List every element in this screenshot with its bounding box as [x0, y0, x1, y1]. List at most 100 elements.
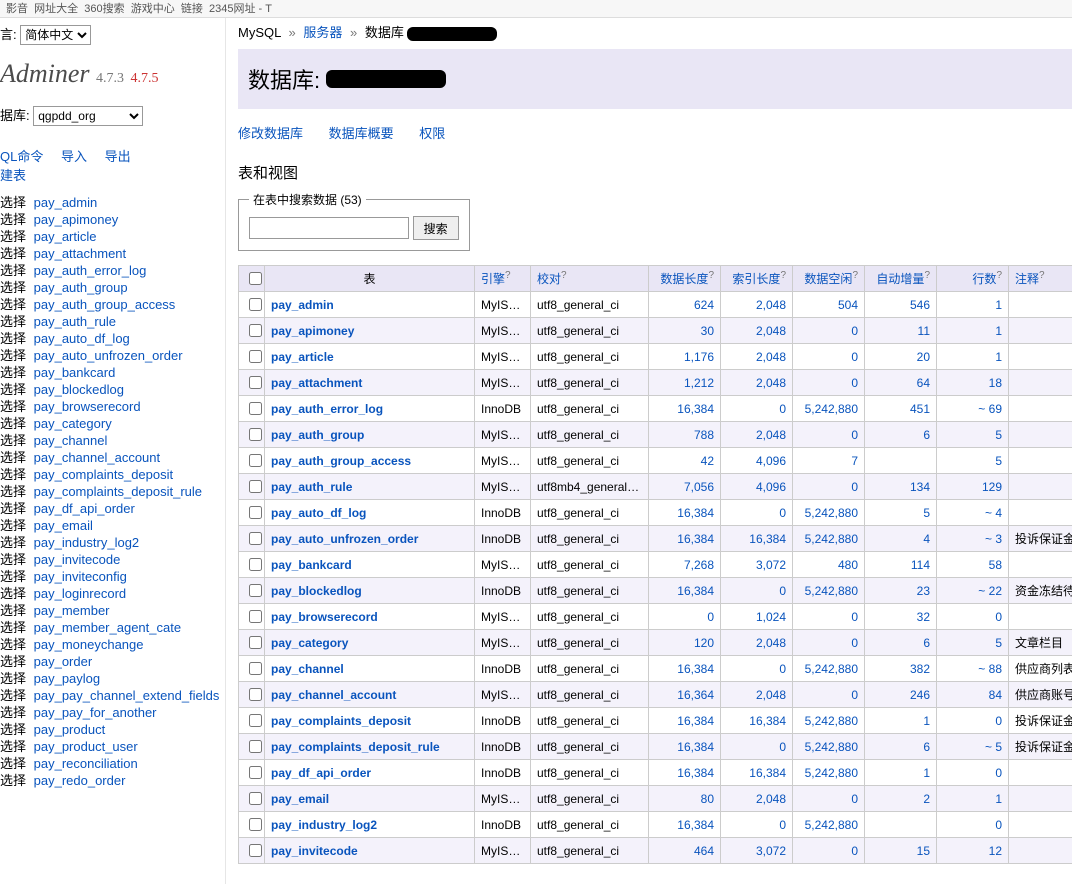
- rows-link[interactable]: 12: [989, 844, 1002, 858]
- row-checkbox[interactable]: [249, 402, 262, 415]
- table-name-link[interactable]: pay_channel_account: [271, 688, 396, 702]
- sidebar-table-link[interactable]: pay_channel: [34, 433, 108, 448]
- auto-increment-link[interactable]: 11: [918, 324, 930, 338]
- sidebar-table-link[interactable]: pay_df_api_order: [34, 501, 135, 516]
- index-length-link[interactable]: 0: [779, 818, 786, 832]
- sidebar-table-link[interactable]: pay_auth_group_access: [34, 297, 176, 312]
- auto-increment-link[interactable]: 451: [910, 402, 930, 416]
- data-length-link[interactable]: 16,384: [677, 740, 714, 754]
- rows-link[interactable]: 129: [982, 480, 1002, 494]
- table-name-link[interactable]: pay_auth_rule: [271, 480, 352, 494]
- table-name-link[interactable]: pay_complaints_deposit: [271, 714, 411, 728]
- col-rows[interactable]: 行数: [972, 272, 996, 286]
- col-comment[interactable]: 注释: [1015, 272, 1039, 286]
- rows-link[interactable]: 1: [995, 324, 1002, 338]
- data-length-link[interactable]: 624: [694, 298, 714, 312]
- table-name-link[interactable]: pay_apimoney: [271, 324, 354, 338]
- sidebar-table-link[interactable]: pay_bankcard: [34, 365, 116, 380]
- data-free-link[interactable]: 0: [851, 844, 858, 858]
- table-name-link[interactable]: pay_email: [271, 792, 329, 806]
- data-length-link[interactable]: 16,384: [677, 766, 714, 780]
- auto-increment-link[interactable]: 6: [923, 636, 930, 650]
- create-table-link[interactable]: 建表: [0, 168, 26, 183]
- sidebar-table-link[interactable]: pay_product_user: [34, 739, 138, 754]
- row-checkbox[interactable]: [249, 350, 262, 363]
- data-free-link[interactable]: 7: [851, 454, 858, 468]
- data-length-link[interactable]: 16,384: [677, 714, 714, 728]
- data-length-link[interactable]: 80: [701, 792, 714, 806]
- data-length-link[interactable]: 42: [701, 454, 714, 468]
- index-length-link[interactable]: 0: [779, 506, 786, 520]
- data-length-link[interactable]: 788: [694, 428, 714, 442]
- sidebar-table-link[interactable]: pay_inviteconfig: [34, 569, 127, 584]
- index-length-link[interactable]: 2,048: [756, 376, 786, 390]
- table-name-link[interactable]: pay_auto_df_log: [271, 506, 366, 520]
- row-checkbox[interactable]: [249, 662, 262, 675]
- auto-increment-link[interactable]: 6: [923, 428, 930, 442]
- breadcrumb-server[interactable]: 服务器: [303, 25, 342, 40]
- sidebar-table-link[interactable]: pay_auto_unfrozen_order: [34, 348, 183, 363]
- row-checkbox[interactable]: [249, 558, 262, 571]
- table-name-link[interactable]: pay_auth_group: [271, 428, 364, 442]
- data-length-link[interactable]: 16,364: [677, 688, 714, 702]
- rows-link[interactable]: 1: [995, 792, 1002, 806]
- col-index-length[interactable]: 索引长度: [732, 272, 780, 286]
- row-checkbox[interactable]: [249, 480, 262, 493]
- index-length-link[interactable]: 0: [779, 740, 786, 754]
- table-name-link[interactable]: pay_auth_group_access: [271, 454, 411, 468]
- import-link[interactable]: 导入: [61, 149, 87, 164]
- sidebar-table-link[interactable]: pay_attachment: [34, 246, 127, 261]
- data-length-link[interactable]: 7,268: [684, 558, 714, 572]
- auto-increment-link[interactable]: 382: [910, 662, 930, 676]
- data-free-link[interactable]: 0: [851, 428, 858, 442]
- table-name-link[interactable]: pay_attachment: [271, 376, 362, 390]
- rows-link[interactable]: 0: [995, 714, 1002, 728]
- database-select[interactable]: qgpdd_org: [33, 106, 143, 126]
- col-auto-increment[interactable]: 自动增量: [876, 272, 924, 286]
- search-button[interactable]: 搜索: [413, 216, 459, 240]
- table-name-link[interactable]: pay_browserecord: [271, 610, 378, 624]
- col-collation[interactable]: 校对: [537, 272, 561, 286]
- row-checkbox[interactable]: [249, 792, 262, 805]
- index-length-link[interactable]: 2,048: [756, 350, 786, 364]
- rows-link[interactable]: ~ 3: [985, 532, 1002, 546]
- sidebar-table-link[interactable]: pay_paylog: [34, 671, 101, 686]
- rows-link[interactable]: 0: [995, 766, 1002, 780]
- table-name-link[interactable]: pay_invitecode: [271, 844, 358, 858]
- table-name-link[interactable]: pay_df_api_order: [271, 766, 371, 780]
- rows-link[interactable]: 5: [995, 428, 1002, 442]
- index-length-link[interactable]: 2,048: [756, 688, 786, 702]
- data-free-link[interactable]: 0: [851, 688, 858, 702]
- row-checkbox[interactable]: [249, 740, 262, 753]
- row-checkbox[interactable]: [249, 428, 262, 441]
- row-checkbox[interactable]: [249, 818, 262, 831]
- sidebar-table-link[interactable]: pay_apimoney: [34, 212, 119, 227]
- index-length-link[interactable]: 0: [779, 402, 786, 416]
- rows-link[interactable]: 0: [995, 610, 1002, 624]
- data-free-link[interactable]: 5,242,880: [805, 818, 858, 832]
- export-link[interactable]: 导出: [105, 149, 131, 164]
- data-length-link[interactable]: 16,384: [677, 818, 714, 832]
- sidebar-table-link[interactable]: pay_member_agent_cate: [34, 620, 181, 635]
- sidebar-table-link[interactable]: pay_channel_account: [34, 450, 161, 465]
- search-input[interactable]: [249, 217, 409, 239]
- data-length-link[interactable]: 16,384: [677, 402, 714, 416]
- sidebar-table-link[interactable]: pay_article: [34, 229, 97, 244]
- rows-link[interactable]: ~ 69: [978, 402, 1002, 416]
- data-length-link[interactable]: 16,384: [677, 662, 714, 676]
- index-length-link[interactable]: 2,048: [756, 298, 786, 312]
- sidebar-table-link[interactable]: pay_loginrecord: [34, 586, 127, 601]
- data-free-link[interactable]: 5,242,880: [805, 532, 858, 546]
- col-engine[interactable]: 引擎: [481, 272, 505, 286]
- auto-increment-link[interactable]: 15: [917, 844, 930, 858]
- sidebar-table-link[interactable]: pay_auto_df_log: [34, 331, 130, 346]
- index-length-link[interactable]: 3,072: [756, 558, 786, 572]
- index-length-link[interactable]: 0: [779, 584, 786, 598]
- table-name-link[interactable]: pay_article: [271, 350, 334, 364]
- rows-link[interactable]: 5: [995, 636, 1002, 650]
- sidebar-table-link[interactable]: pay_auth_group: [34, 280, 128, 295]
- rows-link[interactable]: ~ 22: [978, 584, 1002, 598]
- row-checkbox[interactable]: [249, 636, 262, 649]
- sidebar-table-link[interactable]: pay_product: [34, 722, 106, 737]
- row-checkbox[interactable]: [249, 844, 262, 857]
